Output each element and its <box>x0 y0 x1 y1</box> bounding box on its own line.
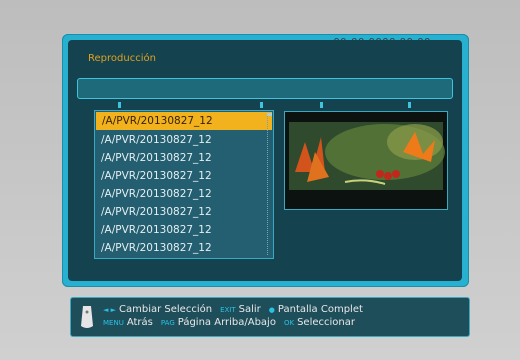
help-label: Página Arriba/Abajo <box>177 317 276 328</box>
help-label: Cambiar Selección <box>119 304 213 315</box>
help-label: Seleccionar <box>297 317 355 328</box>
remote-key-label: PAG <box>160 319 175 327</box>
list-scrollbar[interactable] <box>267 113 271 255</box>
recording-list-item[interactable]: /A/PVR/20130827_12 <box>95 221 273 239</box>
remote-key-label: MENU <box>103 319 124 327</box>
help-label: Pantalla Complet <box>277 304 363 315</box>
recording-list-item[interactable]: /A/PVR/20130827_12 <box>95 167 273 185</box>
remote-key-label: OK <box>283 319 295 327</box>
help-label: Salir <box>238 304 261 315</box>
recording-list-item[interactable]: /A/PVR/20130827_12 <box>95 149 273 167</box>
preview-image <box>285 112 447 209</box>
remote-key-label: EXIT <box>220 306 236 314</box>
info-bar <box>77 78 453 99</box>
divider-tick <box>118 102 121 108</box>
divider-tick <box>320 102 323 108</box>
divider-tick <box>260 102 263 108</box>
playback-window: 00-00 0000 00:00 Reproducción /A/PVR/201… <box>62 34 469 287</box>
recording-list-item[interactable]: /A/PVR/20130827_12 <box>96 112 272 130</box>
help-row: ◄ ► Cambiar Selección EXIT Salir ● Pantalla C… <box>103 303 371 317</box>
remote-control-icon <box>81 306 93 328</box>
recording-list-item[interactable]: /A/PVR/20130827_12 <box>95 239 273 257</box>
help-bar: ◄ ► Cambiar Selección EXIT Salir ● Pantalla C… <box>70 297 470 337</box>
recording-list[interactable]: /A/PVR/20130827_12/A/PVR/20130827_12/A/P… <box>94 110 274 259</box>
help-label: Atrás <box>126 317 153 328</box>
scrollbar-thumb[interactable] <box>267 113 272 116</box>
divider-tick <box>408 102 411 108</box>
help-row: MENU Atrás PAG Página Arriba/Abajo OK Selecci… <box>103 316 363 330</box>
recording-list-item[interactable]: /A/PVR/20130827_12 <box>95 185 273 203</box>
video-preview <box>284 111 448 210</box>
page-title: Reproducción <box>88 53 156 64</box>
recording-list-item[interactable]: /A/PVR/20130827_12 <box>95 131 273 149</box>
remote-key-label: ● <box>268 306 275 314</box>
recording-list-item[interactable]: /A/PVR/20130827_12 <box>95 203 273 221</box>
playback-panel: Reproducción /A/PVR/20130827_12/A/PVR/20… <box>68 40 462 281</box>
remote-key-label: ◄ ► <box>103 306 116 314</box>
